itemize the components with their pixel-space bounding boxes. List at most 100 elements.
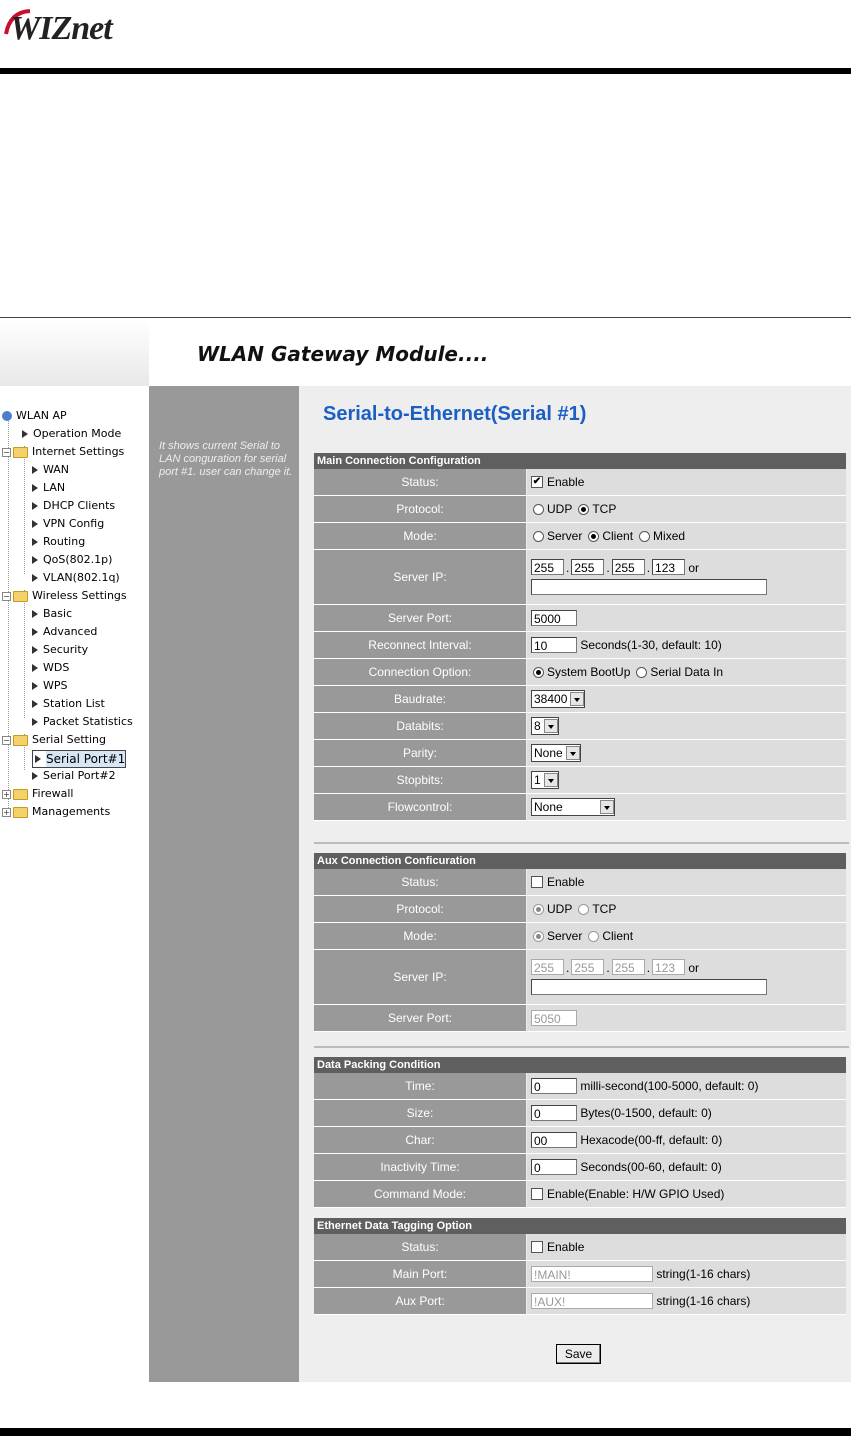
nav-folder-managements[interactable]: + Managements — [2, 804, 110, 820]
folder-icon — [13, 590, 28, 602]
folder-icon — [13, 788, 28, 800]
packing-inactivity-input[interactable]: 0 — [531, 1159, 577, 1175]
aux-protocol-row: Protocol: UDP TCP — [314, 896, 846, 923]
expand-icon[interactable]: + — [2, 807, 11, 817]
protocol-udp-radio[interactable] — [533, 503, 544, 515]
aux-server-port-input[interactable]: 5050 — [531, 1010, 577, 1026]
collapse-icon[interactable]: − — [2, 735, 11, 745]
nav-folder-wireless-settings[interactable]: − Wireless Settings — [2, 588, 127, 604]
flowcontrol-select[interactable]: None — [531, 798, 615, 816]
dropdown-arrow-icon — [543, 773, 558, 787]
nav-item-vlan[interactable]: VLAN(802.1q) — [32, 570, 120, 586]
aux-connection-section: Aux Connection Conficuration Status: Ena… — [314, 853, 846, 1032]
nav-folder-serial-setting[interactable]: − Serial Setting — [2, 732, 106, 748]
main-port-tag-input[interactable]: !MAIN! — [531, 1266, 653, 1282]
field-label: Mode: — [314, 523, 526, 549]
nav-item-advanced[interactable]: Advanced — [32, 624, 97, 640]
nav-item-wan[interactable]: WAN — [32, 462, 69, 478]
tree-line — [24, 446, 25, 574]
nav-item-serial-port-1[interactable]: Serial Port#1 — [32, 750, 127, 768]
command-mode-checkbox[interactable] — [531, 1188, 543, 1200]
aux-ip-octet-3[interactable]: 255 — [611, 959, 645, 975]
mode-client-radio[interactable] — [588, 530, 600, 542]
nav-item-serial-port-2[interactable]: Serial Port#2 — [32, 768, 116, 784]
packing-size-input[interactable]: 0 — [531, 1105, 577, 1121]
page-icon — [32, 772, 38, 780]
page-title: Serial-to-Ethernet(Serial #1) — [323, 403, 587, 425]
mode-mixed-radio[interactable] — [639, 530, 651, 542]
folder-icon — [13, 806, 28, 818]
packing-char-input[interactable]: 00 — [531, 1132, 577, 1148]
or-label: or — [688, 961, 700, 975]
main-databits-row: Databits: 8 — [314, 713, 846, 740]
aux-mode-server-radio[interactable] — [533, 930, 544, 942]
nav-tree: WLAN AP Operation Mode − Internet Setting… — [0, 386, 149, 1382]
aux-ip-octet-4[interactable]: 123 — [652, 959, 686, 975]
aux-server-host-input[interactable] — [531, 979, 767, 995]
field-label: Databits: — [314, 713, 526, 739]
aux-ip-octet-1[interactable]: 255 — [531, 959, 564, 975]
baudrate-select[interactable]: 38400 — [531, 690, 586, 708]
aux-protocol-udp-radio[interactable] — [533, 903, 544, 915]
main-status-checkbox[interactable]: ✔ — [531, 476, 543, 488]
or-label: or — [688, 561, 700, 575]
aux-status-checkbox[interactable] — [531, 876, 543, 888]
section-heading: Aux Connection Conficuration — [314, 853, 846, 869]
nav-item-basic[interactable]: Basic — [32, 606, 72, 622]
nav-item-wps[interactable]: WPS — [32, 678, 68, 694]
page-icon — [32, 466, 38, 474]
nav-item-dhcp-clients[interactable]: DHCP Clients — [32, 498, 115, 514]
tagging-status-checkbox[interactable] — [531, 1241, 543, 1253]
databits-select[interactable]: 8 — [531, 717, 559, 735]
protocol-tcp-radio[interactable] — [578, 503, 590, 515]
conn-serial-data-radio[interactable] — [636, 666, 648, 678]
packing-size-row: Size: 0 Bytes(0-1500, default: 0) — [314, 1100, 846, 1127]
reconnect-interval-input[interactable]: 10 — [531, 637, 577, 653]
nav-item-packet-statistics[interactable]: Packet Statistics — [32, 714, 133, 730]
section-divider — [314, 842, 849, 844]
field-hint: milli-second(100-5000, default: 0) — [580, 1079, 759, 1093]
aux-protocol-tcp-radio[interactable] — [578, 903, 590, 915]
aux-ip-octet-2[interactable]: 255 — [571, 959, 605, 975]
aux-port-tag-input[interactable]: !AUX! — [531, 1293, 653, 1309]
nav-item-lan[interactable]: LAN — [32, 480, 65, 496]
conn-bootup-radio[interactable] — [533, 666, 544, 678]
server-ip-octet-4[interactable]: 123 — [652, 559, 686, 575]
aux-mode-client-radio[interactable] — [588, 930, 600, 942]
server-ip-octet-1[interactable]: 255 — [531, 559, 564, 575]
nav-folder-internet-settings[interactable]: − Internet Settings — [2, 444, 124, 460]
collapse-icon[interactable]: − — [2, 591, 11, 601]
packing-time-input[interactable]: 0 — [531, 1078, 577, 1094]
packing-char-row: Char: 00 Hexacode(00-ff, default: 0) — [314, 1127, 846, 1154]
server-ip-octet-3[interactable]: 255 — [611, 559, 645, 575]
nav-folder-firewall[interactable]: + Firewall — [2, 786, 73, 802]
field-label: Status: — [314, 1234, 526, 1260]
nav-item-wds[interactable]: WDS — [32, 660, 69, 676]
save-button[interactable]: Save — [556, 1344, 601, 1364]
server-ip-octet-2[interactable]: 255 — [571, 559, 605, 575]
nav-item-vpn-config[interactable]: VPN Config — [32, 516, 104, 532]
field-label: Server Port: — [314, 605, 526, 631]
nav-item-security[interactable]: Security — [32, 642, 88, 658]
folder-icon — [13, 734, 28, 746]
mode-server-radio[interactable] — [533, 530, 544, 542]
nav-root[interactable]: WLAN AP — [2, 408, 67, 424]
packing-inactivity-row: Inactivity Time: 0 Seconds(00-60, defaul… — [314, 1154, 846, 1181]
page-icon — [32, 646, 38, 654]
server-host-input[interactable] — [531, 579, 767, 595]
nav-item-operation-mode[interactable]: Operation Mode — [22, 426, 121, 442]
collapse-icon[interactable]: − — [2, 447, 11, 457]
nav-item-qos[interactable]: QoS(802.1p) — [32, 552, 112, 568]
nav-item-routing[interactable]: Routing — [32, 534, 85, 550]
nav-item-station-list[interactable]: Station List — [32, 696, 105, 712]
header: WLAN Gateway Module.... — [149, 318, 851, 386]
top-divider — [0, 68, 851, 74]
parity-select[interactable]: None — [531, 744, 581, 762]
section-heading: Ethernet Data Tagging Option — [314, 1218, 846, 1234]
field-label: Command Mode: — [314, 1181, 526, 1207]
stopbits-select[interactable]: 1 — [531, 771, 559, 789]
expand-icon[interactable]: + — [2, 789, 11, 799]
server-port-input[interactable]: 5000 — [531, 610, 577, 626]
field-label: Baudrate: — [314, 686, 526, 712]
main-stopbits-row: Stopbits: 1 — [314, 767, 846, 794]
